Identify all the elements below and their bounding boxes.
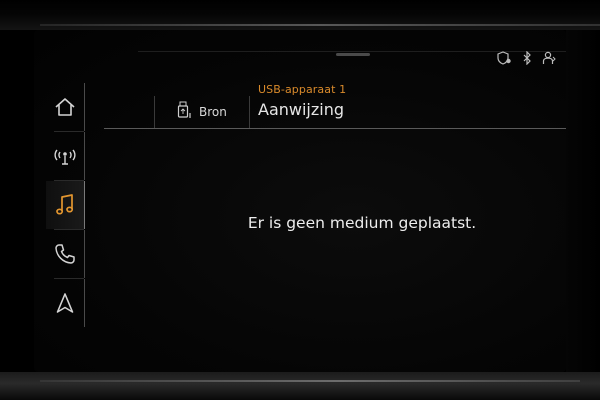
bezel-left: [0, 30, 34, 372]
phone-icon: [55, 244, 75, 264]
infotainment-screen: USB-apparaat 1 Aanwijzing Bron Er is gee…: [34, 30, 566, 372]
sidebar: [46, 83, 85, 333]
pull-down-handle[interactable]: [336, 53, 370, 56]
bezel-right: [566, 30, 600, 372]
navigation-arrow-icon: [56, 293, 74, 313]
source-label: Bron: [199, 105, 227, 119]
source-button[interactable]: Bron: [154, 96, 250, 128]
status-bar: [496, 51, 556, 65]
sidebar-item-home[interactable]: [46, 83, 85, 131]
usb-icon: [177, 101, 193, 123]
sidebar-item-navigation[interactable]: [46, 279, 85, 327]
home-icon: [55, 98, 75, 116]
bezel-top: [0, 0, 600, 30]
location-shield-icon[interactable]: [496, 51, 512, 65]
no-media-message: Er is geen medium geplaatst.: [247, 214, 477, 232]
bezel-bottom: [0, 372, 600, 400]
sidebar-item-radio[interactable]: [46, 132, 85, 180]
sidebar-item-phone[interactable]: [46, 230, 85, 278]
track-title: Aanwijzing: [258, 100, 345, 119]
device-label: USB-apparaat 1: [258, 83, 347, 96]
bluetooth-icon[interactable]: [522, 51, 532, 65]
user-profile-icon[interactable]: [542, 51, 556, 65]
radio-antenna-icon: [54, 149, 76, 165]
header-divider: [104, 128, 566, 129]
music-note-icon: [56, 194, 74, 215]
